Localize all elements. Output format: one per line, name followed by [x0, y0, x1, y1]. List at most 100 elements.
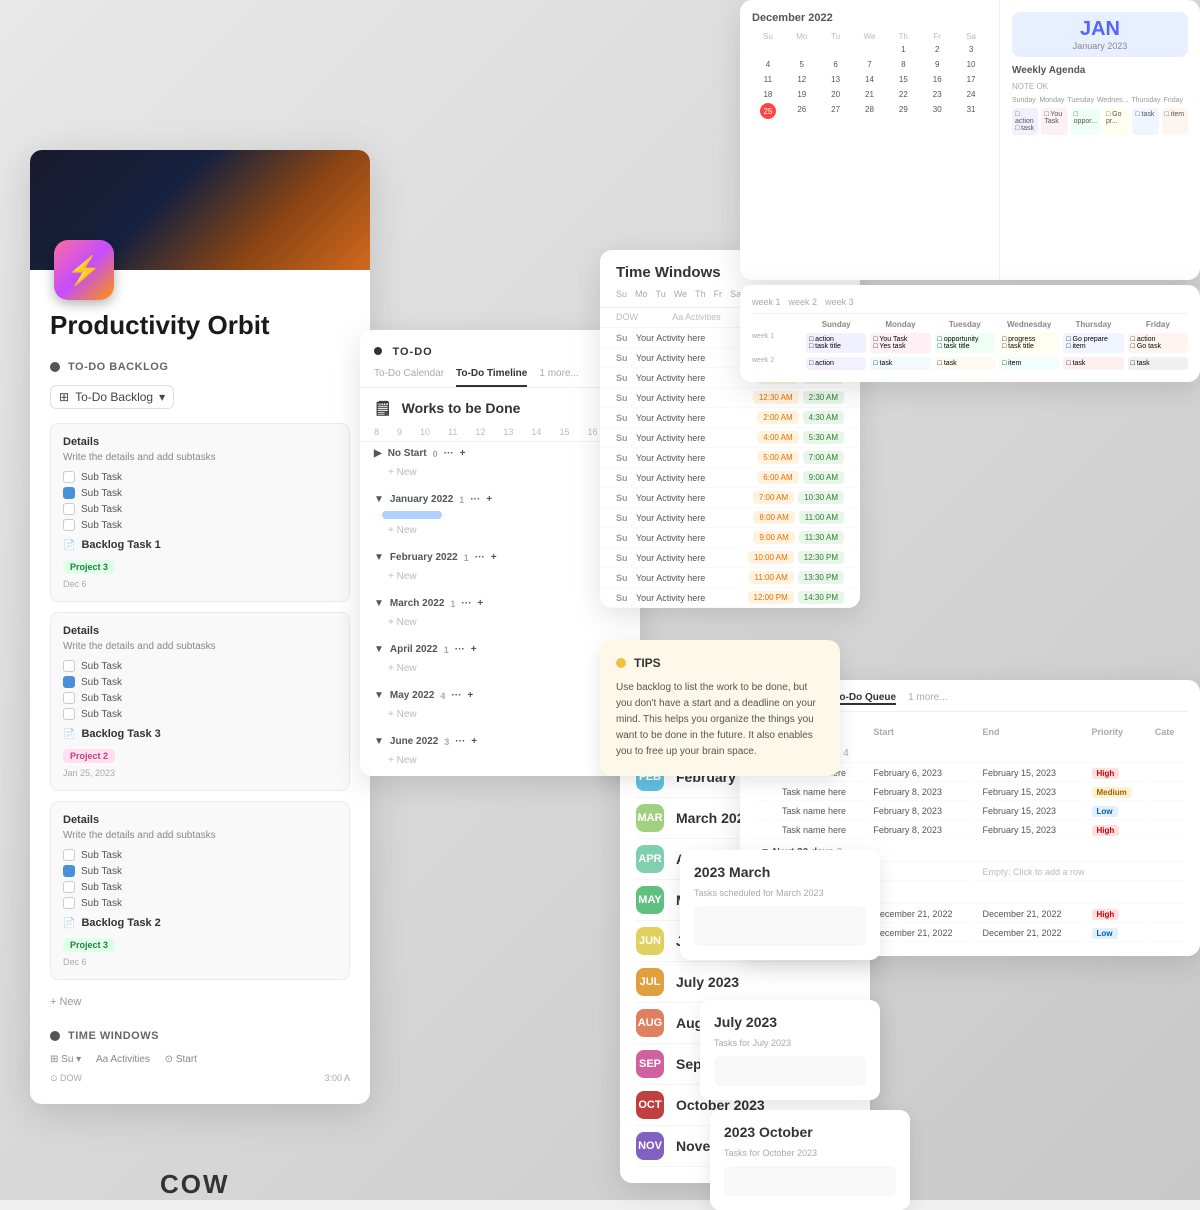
week1-label: week 1: [752, 297, 781, 307]
section-dot: [50, 362, 60, 372]
checkbox-1[interactable]: [63, 471, 75, 483]
card-details-label: Details: [63, 436, 337, 448]
app-title: Productivity Orbit: [50, 310, 350, 341]
chevron-right-icon-2: ▼: [374, 494, 384, 505]
checkbox-6[interactable]: [63, 676, 75, 688]
no-start-label: No Start: [388, 448, 427, 459]
tw-row: Su Your Activity here 12:00 PM 14:30 PM: [600, 588, 860, 608]
july-placeholder: [714, 1056, 866, 1086]
week2-label: week 2: [789, 297, 818, 307]
checkbox-5[interactable]: [63, 660, 75, 672]
add-new-button[interactable]: + New: [50, 990, 350, 1014]
tw-row: Su Your Activity here 4:00 AM 5:30 AM: [600, 428, 860, 448]
timeline-panel: TO-DO To-Do Calendar To-Do Timeline 1 mo…: [360, 330, 640, 776]
tips-title: TIPS: [634, 656, 661, 670]
jun-2022-label: June 2022: [390, 736, 438, 747]
add-new-timeline[interactable]: + New: [374, 463, 626, 482]
tw-row: Su Your Activity here 11:00 AM 13:30 PM: [600, 568, 860, 588]
checkbox-11[interactable]: [63, 881, 75, 893]
tab-calendar[interactable]: To-Do Calendar: [374, 368, 444, 387]
task-date-3: Dec 6: [63, 957, 337, 967]
task-card-2: Details Write the details and add subtas…: [50, 612, 350, 791]
task-date-2: Jan 25, 2023: [63, 768, 337, 778]
chevron-right-icon: ▶: [374, 448, 382, 459]
weekly-agenda-panel: week 1 week 2 week 3 Sunday Monday Tuesd…: [740, 285, 1200, 382]
tab-more-queue[interactable]: 1 more...: [908, 692, 947, 705]
tw-row: Su Your Activity here 8:00 AM 11:00 AM: [600, 508, 860, 528]
jan-text: JAN: [1024, 18, 1176, 41]
add-new-jun[interactable]: + New: [374, 751, 626, 770]
queue-row-3: Task name here February 8, 2023 February…: [754, 803, 1186, 820]
add-new-jan[interactable]: + New: [374, 521, 626, 540]
add-new-apr[interactable]: + New: [374, 659, 626, 678]
checkbox-9[interactable]: [63, 849, 75, 861]
timeline-title-text: Works to be Done: [402, 400, 521, 416]
main-panel: ⚡ Productivity Orbit TO-DO BACKLOG ⊞ To-…: [30, 150, 370, 1104]
tw-row: Su Your Activity here 7:00 AM 10:30 AM: [600, 488, 860, 508]
lightning-icon: ⚡: [67, 254, 102, 287]
notebook-icon: 🗒: [374, 400, 392, 416]
checkbox-10[interactable]: [63, 865, 75, 877]
document-icon-3: 📄: [63, 918, 75, 929]
cal-month-title: December 2022: [752, 12, 987, 24]
checkbox-3[interactable]: [63, 503, 75, 515]
tips-body: Use backlog to list the work to be done,…: [616, 680, 824, 760]
queue-row-2: Task name here February 8, 2023 February…: [754, 784, 1186, 801]
panel-header-image: ⚡: [30, 150, 370, 270]
mar-2022-label: March 2022: [390, 598, 444, 609]
july-2023-panel: July 2023 Tasks for July 2023: [700, 1000, 880, 1100]
march-2023-panel: 2023 March Tasks scheduled for March 202…: [680, 850, 880, 960]
jan-badge: JAN January 2023: [1012, 12, 1188, 57]
document-icon: 📄: [63, 540, 75, 551]
add-new-feb[interactable]: + New: [374, 567, 626, 586]
apr-2022-label: April 2022: [390, 644, 438, 655]
tab-more[interactable]: 1 more...: [539, 368, 578, 387]
checkbox-4[interactable]: [63, 519, 75, 531]
add-new-mar[interactable]: + New: [374, 613, 626, 632]
task-tag-2: Project 2: [63, 749, 115, 763]
jan-2022-label: January 2022: [390, 494, 453, 505]
october-title: 2023 October: [724, 1124, 896, 1140]
march-title: 2023 March: [694, 864, 866, 880]
tips-panel: TIPS Use backlog to list the work to be …: [600, 640, 840, 776]
tw-row: Su Your Activity here 10:00 AM 12:30 PM: [600, 548, 860, 568]
tw-section-title: TIME WINDOWS: [68, 1030, 159, 1042]
month-jul: JUL July 2023: [636, 962, 854, 1003]
card-subtitle: Write the details and add subtasks: [63, 452, 337, 463]
checkbox-8[interactable]: [63, 708, 75, 720]
backlog-section-title: TO-DO BACKLOG: [68, 361, 168, 373]
cow-label: COW: [160, 1169, 230, 1200]
grid-icon: ⊞: [59, 390, 69, 404]
weekly-agenda-label: Weekly Agenda: [1012, 65, 1188, 76]
task-tag-3: Project 3: [63, 938, 115, 952]
march-placeholder: [694, 906, 866, 946]
task-card-1: Details Write the details and add subtas…: [50, 423, 350, 602]
feb-2022-label: February 2022: [390, 552, 458, 563]
tab-queue[interactable]: To-Do Queue: [834, 692, 896, 705]
jan-year: January 2023: [1024, 41, 1176, 51]
tab-timeline[interactable]: To-Do Timeline: [456, 368, 527, 387]
backlog-dropdown[interactable]: ⊞ To-Do Backlog ▾: [50, 385, 174, 409]
tw-dot: [50, 1031, 60, 1041]
note-label: NOTE OK: [1012, 82, 1188, 91]
queue-row-4: Task name here February 8, 2023 February…: [754, 822, 1186, 839]
checkbox-2[interactable]: [63, 487, 75, 499]
app-icon: ⚡: [54, 240, 114, 300]
add-new-may[interactable]: + New: [374, 705, 626, 724]
task-date-1: Dec 6: [63, 579, 337, 589]
task-card-3: Details Write the details and add subtas…: [50, 801, 350, 980]
tw-row: Su Your Activity here 9:00 AM 11:30 AM: [600, 528, 860, 548]
tips-indicator: [616, 658, 626, 668]
october-2023-panel: 2023 October Tasks for October 2023: [710, 1110, 910, 1210]
october-placeholder: [724, 1166, 896, 1196]
document-icon-2: 📄: [63, 729, 75, 740]
july-title: July 2023: [714, 1014, 866, 1030]
tw-row: Su Your Activity here 2:00 AM 4:30 AM: [600, 408, 860, 428]
week3-label: week 3: [825, 297, 854, 307]
todo-label: TO-DO: [392, 346, 432, 358]
checkbox-7[interactable]: [63, 692, 75, 704]
tw-row: Su Your Activity here 5:00 AM 7:00 AM: [600, 448, 860, 468]
checkbox-12[interactable]: [63, 897, 75, 909]
tw-row: Su Your Activity here 12:30 AM 2:30 AM: [600, 388, 860, 408]
task-tag-1: Project 3: [63, 560, 115, 574]
